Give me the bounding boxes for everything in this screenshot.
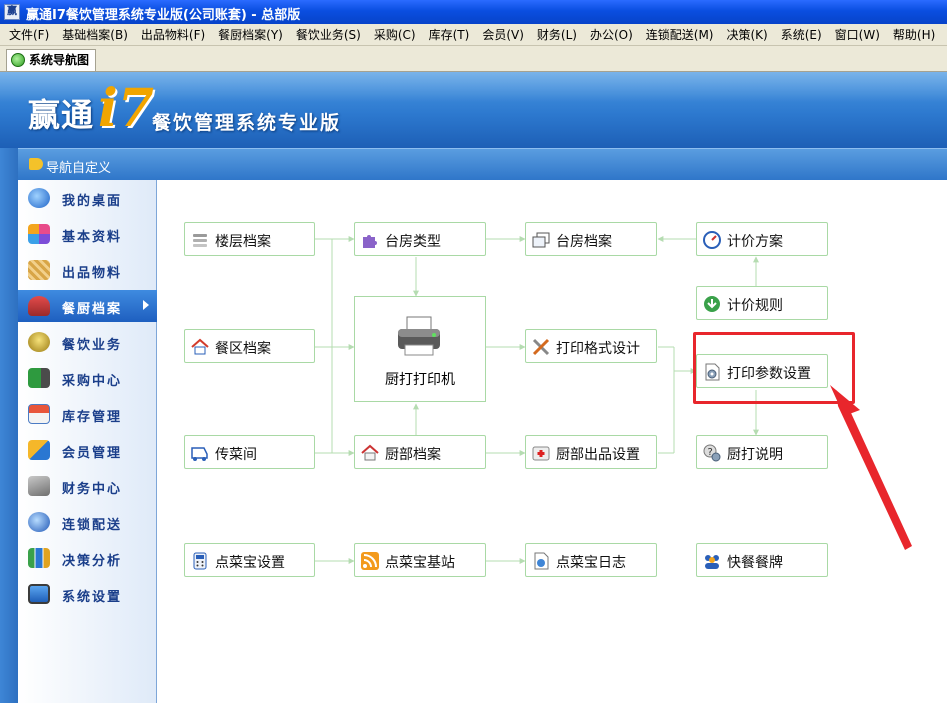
truck-icon xyxy=(28,368,50,388)
sidebar-item-label: 出品物料 xyxy=(62,266,123,281)
menu-decision[interactable]: 决策(K) xyxy=(717,24,771,45)
tab-label: 系统导航图 xyxy=(29,53,90,67)
sidebar-item-label: 会员管理 xyxy=(62,446,123,461)
house-icon xyxy=(28,404,50,424)
menu-file[interactable]: 文件(F) xyxy=(0,24,53,45)
sidebar-item-label: 采购中心 xyxy=(62,374,123,389)
menu-kitchen-archive[interactable]: 餐厨档案(Y) xyxy=(209,24,287,45)
basket-icon xyxy=(28,260,50,280)
finance-icon xyxy=(28,476,50,496)
menu-inventory[interactable]: 库存(T) xyxy=(420,24,474,45)
globe-icon xyxy=(28,188,50,208)
annotation-arrow xyxy=(830,385,912,550)
monitor-icon xyxy=(28,584,50,604)
window-title: 赢通I7餐饮管理系统专业版(公司账套) - 总部版 xyxy=(26,8,301,23)
app-icon: 赢 xyxy=(4,4,20,20)
menu-finance[interactable]: 财务(L) xyxy=(528,24,581,45)
left-strip xyxy=(0,148,18,703)
sidebar-item-finance[interactable]: 财务中心 xyxy=(18,470,157,502)
sidebar-item-label: 财务中心 xyxy=(62,482,123,497)
tab-system-navigation[interactable]: 系统导航图 xyxy=(6,49,97,71)
menu-help[interactable]: 帮助(H) xyxy=(884,24,939,45)
sidebar-item-label: 基本资料 xyxy=(62,230,123,245)
dish-icon xyxy=(28,332,50,352)
menu-office[interactable]: 办公(O) xyxy=(581,24,637,45)
sidebar-item-desktop[interactable]: 我的桌面 xyxy=(18,182,157,214)
sidebar-item-purchase-center[interactable]: 采购中心 xyxy=(18,362,157,394)
banner-subtitle: 餐饮管理系统专业版 xyxy=(152,112,342,134)
tab-strip: 系统导航图 xyxy=(0,46,947,72)
sidebar-item-decision-analysis[interactable]: 决策分析 xyxy=(18,542,157,574)
menu-catering-business[interactable]: 餐饮业务(S) xyxy=(287,24,365,45)
menu-system[interactable]: 系统(E) xyxy=(772,24,826,45)
sidebar-item-label: 连锁配送 xyxy=(62,518,123,533)
sidebar-item-label: 餐厨档案 xyxy=(62,302,123,317)
brand-logo: i7 xyxy=(98,78,154,139)
menu-members[interactable]: 会员(V) xyxy=(473,24,528,45)
sidebar-item-kitchen-archive[interactable]: 餐厨档案 xyxy=(18,290,157,322)
sidebar-item-label: 我的桌面 xyxy=(62,194,123,209)
navigation-icon xyxy=(11,53,25,67)
sidebar-item-label: 决策分析 xyxy=(62,554,123,569)
chevron-right-icon xyxy=(143,300,149,310)
sidebar-item-basic-data[interactable]: 基本资料 xyxy=(18,218,157,250)
sidebar-item-chain-delivery[interactable]: 连锁配送 xyxy=(18,506,157,538)
menu-output-materials[interactable]: 出品物料(F) xyxy=(132,24,209,45)
nav-customize-header[interactable]: 导航自定义 xyxy=(18,148,947,180)
sidebar: 我的桌面 基本资料 出品物料 餐厨档案 餐饮业务 采购中心 库存管理 会员管理 … xyxy=(18,180,157,703)
sidebar-item-inventory[interactable]: 库存管理 xyxy=(18,398,157,430)
sidebar-item-system-settings[interactable]: 系统设置 xyxy=(18,578,157,610)
menu-chain-delivery[interactable]: 连锁配送(M) xyxy=(637,24,718,45)
title-bar: 赢 赢通I7餐饮管理系统专业版(公司账套) - 总部版 xyxy=(0,0,947,24)
chef-icon xyxy=(28,296,50,316)
sidebar-item-members[interactable]: 会员管理 xyxy=(18,434,157,466)
network-icon xyxy=(28,512,50,532)
chart-icon xyxy=(28,548,50,568)
navigation-diagram: 楼层档案 台房类型 台房档案 计价方案 计价规则 餐区档案 厨打打印机 打印格式… xyxy=(158,180,947,703)
signpost-icon xyxy=(29,158,43,170)
menu-bar: 文件(F) 基础档案(B) 出品物料(F) 餐厨档案(Y) 餐饮业务(S) 采购(C) 库存… xyxy=(0,24,947,46)
puzzle-icon xyxy=(28,224,50,244)
nav-customize-label: 导航自定义 xyxy=(46,161,112,176)
sidebar-item-label: 餐饮业务 xyxy=(62,338,123,353)
members-icon xyxy=(28,440,50,460)
menu-basic-archive[interactable]: 基础档案(B) xyxy=(53,24,132,45)
sidebar-item-label: 库存管理 xyxy=(62,410,123,425)
brand-name: 赢通 xyxy=(28,96,95,134)
sidebar-item-catering-business[interactable]: 餐饮业务 xyxy=(18,326,157,358)
menu-window[interactable]: 窗口(W) xyxy=(826,24,884,45)
banner: 赢通 i7 餐饮管理系统专业版 xyxy=(0,72,947,148)
sidebar-item-output-materials[interactable]: 出品物料 xyxy=(18,254,157,286)
sidebar-item-label: 系统设置 xyxy=(62,590,123,605)
menu-purchase[interactable]: 采购(C) xyxy=(365,24,420,45)
